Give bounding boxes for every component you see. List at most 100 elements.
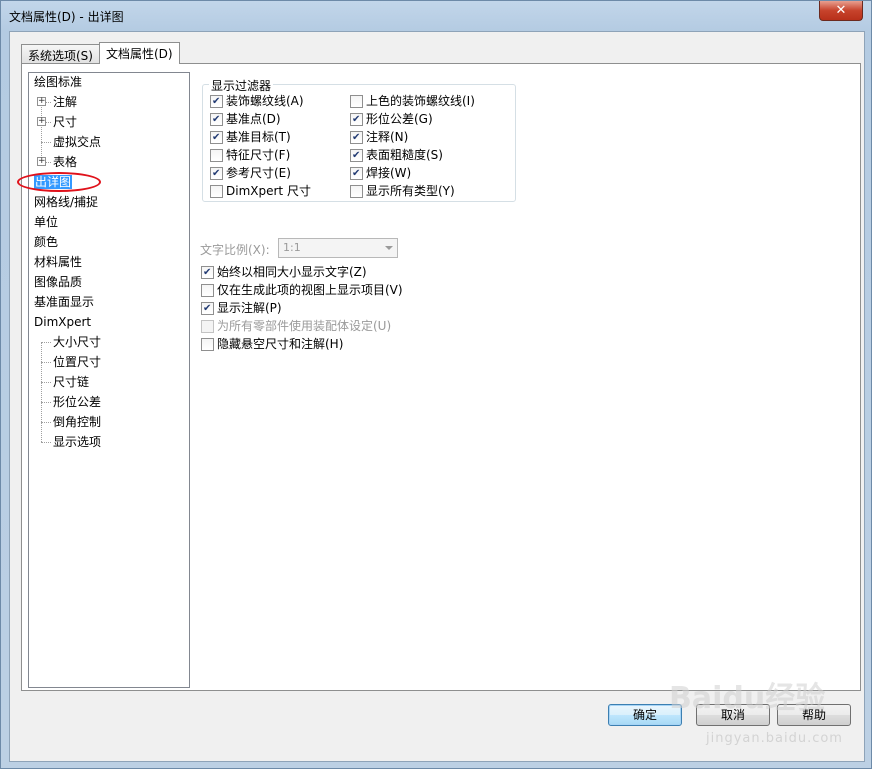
checkbox-label: 参考尺寸(E) [226,166,291,180]
checkbox-label: 基准目标(T) [226,130,291,144]
filter-checkbox[interactable]: 基准目标(T) [210,128,291,146]
filter-checkbox[interactable]: 显示所有类型(Y) [350,182,455,200]
tree-item[interactable]: 单位 [34,213,58,231]
checkbox-label: 为所有零部件使用装配体设定(U) [217,319,392,333]
tree-item[interactable]: 材料属性 [34,253,82,271]
dialog-window: 文档属性(D) - 出详图 ✕ 系统选项(S) 文档属性(D) 绘图标准 + 注解 +… [0,0,872,769]
tree-item[interactable]: DimXpert [34,313,91,331]
option-checkbox: 为所有零部件使用装配体设定(U) [201,317,391,335]
filter-checkbox[interactable]: 注释(N) [350,128,408,146]
options-tree[interactable]: 绘图标准 + 注解 + 尺寸 虚拟交点 + 表格 出详图 网格线/捕捉 单位 颜色 材料属性 图像品质 基准… [17,72,190,688]
tree-item-label: 材料属性 [34,255,83,269]
display-filter-group: 显示过滤器 装饰螺纹线(A)基准点(D)基准目标(T)特征尺寸(F)参考尺寸(E… [202,77,516,202]
dialog-client: 系统选项(S) 文档属性(D) 绘图标准 + 注解 + 尺寸 虚拟交点 + 表格 出详图 网格线/… [9,31,865,762]
expand-plus-icon[interactable]: + [37,157,46,166]
checkbox-checked-icon[interactable] [210,94,223,108]
filter-checkbox[interactable]: 形位公差(G) [350,110,433,128]
filter-checkbox[interactable]: DimXpert 尺寸 [210,182,311,200]
tree-item-label: 颜色 [34,235,59,249]
option-checkbox[interactable]: 始终以相同大小显示文字(Z) [201,263,367,281]
ok-button[interactable]: 确定 [608,704,682,726]
tree-item-label: 大小尺寸 [53,335,102,349]
checkbox-label: 形位公差(G) [366,112,433,126]
tree-item[interactable]: 注解 [53,93,77,111]
tree-connector [41,142,51,143]
close-icon: ✕ [835,3,847,18]
checkbox-checked-icon[interactable] [201,301,214,315]
option-checkbox[interactable]: 显示注解(P) [201,299,282,317]
filter-checkbox[interactable]: 焊接(W) [350,164,411,182]
tab-system-options[interactable]: 系统选项(S) [21,44,100,64]
checkbox-checked-icon[interactable] [350,148,363,162]
close-button[interactable]: ✕ [819,1,863,21]
checkbox-unchecked-icon [201,319,214,333]
checkbox-label: 表面粗糙度(S) [366,148,443,162]
option-checkbox[interactable]: 隐藏悬空尺寸和注解(H) [201,335,343,353]
tree-item-label: 绘图标准 [34,75,83,89]
tree-item-label: 注解 [53,95,78,109]
checkbox-unchecked-icon[interactable] [350,184,363,198]
tree-item[interactable]: 显示选项 [53,433,101,451]
checkbox-unchecked-icon[interactable] [210,184,223,198]
cancel-button[interactable]: 取消 [696,704,770,726]
checkbox-label: 装饰螺纹线(A) [226,94,304,108]
baidu-watermark-url: jingyan.baidu.com [706,731,843,746]
tree-item-label: 表格 [53,155,78,169]
tree-item-label: 形位公差 [53,395,102,409]
help-button[interactable]: 帮助 [777,704,851,726]
title-bar[interactable]: 文档属性(D) - 出详图 ✕ [1,1,871,31]
filter-checkbox[interactable]: 上色的装饰螺纹线(I) [350,92,475,110]
tree-item[interactable]: 尺寸链 [53,373,89,391]
filter-checkbox[interactable]: 表面粗糙度(S) [350,146,443,164]
checkbox-unchecked-icon[interactable] [210,148,223,162]
tree-item[interactable]: 表格 [53,153,77,171]
tree-item[interactable]: 基准面显示 [34,293,94,311]
checkbox-label: 特征尺寸(F) [226,148,291,162]
tree-item[interactable]: 形位公差 [53,393,101,411]
checkbox-checked-icon[interactable] [210,130,223,144]
checkbox-checked-icon[interactable] [350,166,363,180]
tree-connector [41,102,42,162]
red-circle-annotation [17,172,101,192]
tree-connector [41,342,42,442]
filter-checkbox[interactable]: 参考尺寸(E) [210,164,291,182]
filter-checkbox[interactable]: 装饰螺纹线(A) [210,92,304,110]
tree-item[interactable]: 虚拟交点 [53,133,101,151]
checkbox-label: DimXpert 尺寸 [226,184,311,198]
tree-connector [41,442,51,443]
checkbox-checked-icon[interactable] [210,166,223,180]
filter-checkbox[interactable]: 特征尺寸(F) [210,146,290,164]
tree-item-label: 显示选项 [53,435,102,449]
filter-checkbox[interactable]: 基准点(D) [210,110,281,128]
tree-connector [41,342,51,343]
tree-item[interactable]: 颜色 [34,233,58,251]
checkbox-label: 仅在生成此项的视图上显示项目(V) [217,283,403,297]
tree-connector [41,402,51,403]
tree-item[interactable]: 尺寸 [53,113,77,131]
tree-item[interactable]: 网格线/捕捉 [34,193,98,211]
option-checkbox[interactable]: 仅在生成此项的视图上显示项目(V) [201,281,403,299]
checkbox-checked-icon[interactable] [201,265,214,279]
tree-item[interactable]: 倒角控制 [53,413,101,431]
checkbox-checked-icon[interactable] [350,130,363,144]
checkbox-checked-icon[interactable] [350,112,363,126]
tree-item[interactable]: 大小尺寸 [53,333,101,351]
tree-item[interactable]: 绘图标准 [34,73,82,91]
expand-plus-icon[interactable]: + [37,117,46,126]
text-scale-label: 文字比例(X): [200,243,270,257]
tree-item-label: 尺寸 [53,115,78,129]
tree-item-label: 虚拟交点 [53,135,102,149]
tab-document-properties[interactable]: 文档属性(D) [98,42,180,64]
checkbox-label: 始终以相同大小显示文字(Z) [217,265,367,279]
checkbox-checked-icon[interactable] [210,112,223,126]
expand-plus-icon[interactable]: + [37,97,46,106]
checkbox-unchecked-icon[interactable] [350,94,363,108]
tree-item[interactable]: 图像品质 [34,273,82,291]
tree-connector [41,422,51,423]
checkbox-unchecked-icon[interactable] [201,283,214,297]
tree-item[interactable]: 位置尺寸 [53,353,101,371]
tree-item-label: 网格线/捕捉 [34,195,99,209]
tree-item-label: 位置尺寸 [53,355,102,369]
text-scale-select[interactable]: 1:1 [278,238,398,258]
checkbox-unchecked-icon[interactable] [201,337,214,351]
